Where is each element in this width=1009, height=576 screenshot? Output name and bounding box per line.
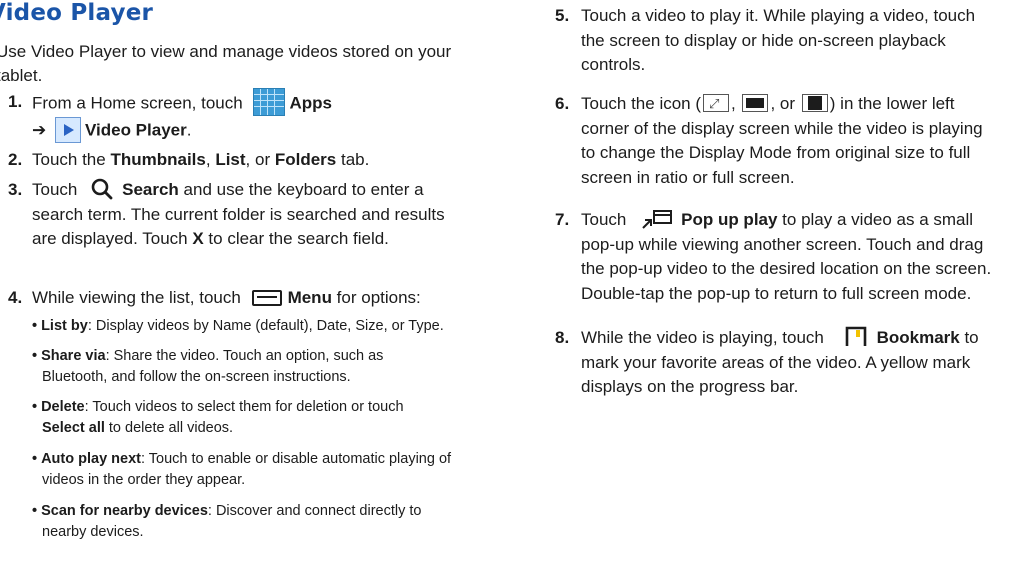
full-screen-icon [801, 93, 828, 112]
apps-icon [253, 88, 286, 116]
menu-icon [251, 289, 282, 306]
step-3: 3. Touch Search and use the keyboard to … [8, 178, 498, 252]
original-size-icon [703, 92, 730, 116]
search-icon [90, 178, 116, 200]
bullet-delete: • Delete: Touch videos to select them for… [32, 399, 404, 436]
step-8: 8. While the video is playing, touch Boo… [555, 326, 1005, 400]
step-number: 1. [8, 92, 23, 111]
popup-play-icon [641, 209, 673, 229]
step-2: 2. Touch the Thumbnails, List, or Folder… [8, 148, 488, 173]
step-4: 4. While viewing the list, touch Menu fo… [8, 286, 498, 311]
apps-label: Apps [289, 93, 332, 113]
full-screen-ratio-icon [742, 93, 769, 112]
arrow-icon: ➔ [32, 120, 47, 140]
video-player-icon [54, 117, 81, 143]
menu-label: Menu [287, 288, 332, 307]
step-5: 5. Touch a video to play it. While playi… [555, 6, 976, 74]
bullet-share-via: • Share via: Share the video. Touch an op… [32, 348, 384, 385]
step-7: 7. Touch Pop up play to play a video as … [555, 209, 992, 303]
step-6: 6. Touch the icon (, , or ) in the lower… [555, 92, 1005, 190]
step-1: 1. From a Home screen, touch Apps ➔ Vide… [8, 88, 488, 144]
page-title: Video Player [0, 0, 154, 26]
bullet-auto-play-next: • Auto play next: Touch to enable or disa… [32, 451, 452, 488]
video-player-label: Video Player [84, 120, 187, 140]
bullet-list-by: • List by: Display videos by Name (defaul… [32, 318, 444, 334]
search-label: Search [122, 180, 179, 199]
step-number: 2. [8, 150, 23, 169]
bookmark-label: Bookmark [876, 328, 960, 347]
bookmark-icon [843, 326, 869, 348]
popup-play-label: Pop up play [681, 210, 778, 229]
intro-paragraph: Use Video Player to view and manage vide… [0, 42, 452, 85]
step-number: 3. [8, 180, 23, 199]
step-number: 4. [8, 288, 23, 307]
bullet-scan-nearby: • Scan for nearby devices: Discover and c… [32, 503, 422, 540]
